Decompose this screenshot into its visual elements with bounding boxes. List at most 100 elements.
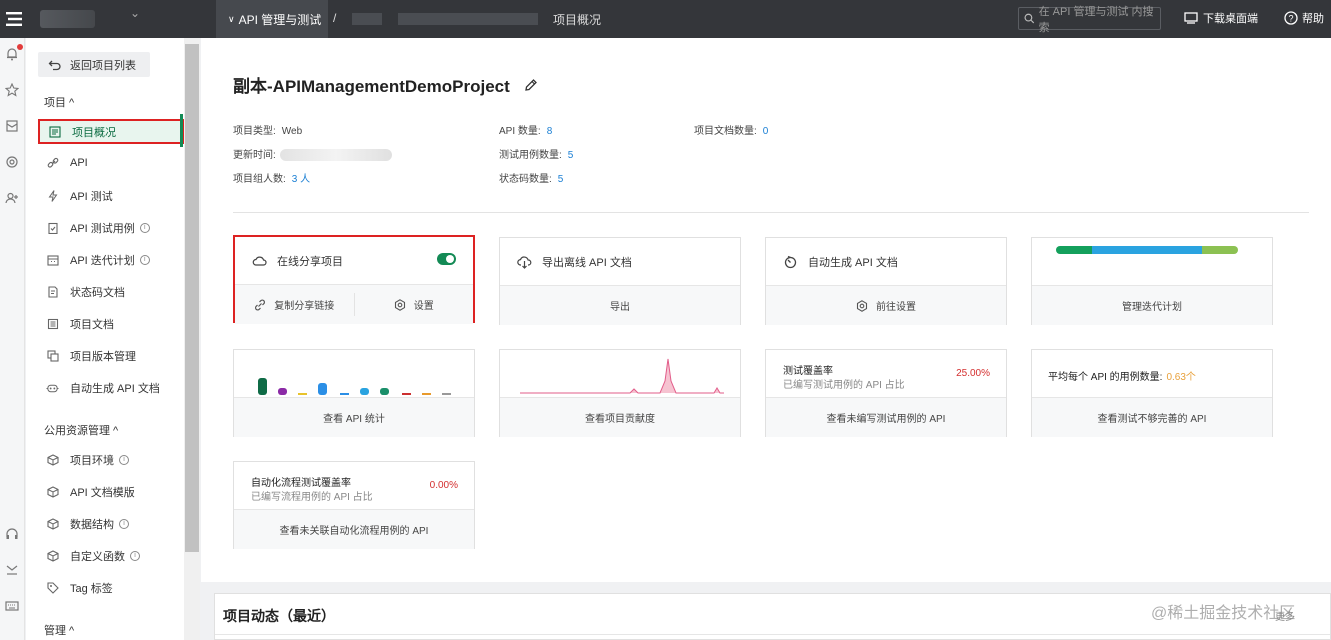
- settings-icon[interactable]: [4, 154, 20, 170]
- doc-icon: [46, 286, 59, 299]
- sidebar-item-tags[interactable]: Tag 标签: [26, 575, 184, 601]
- api-stats-card: 查看 API 统计: [233, 349, 475, 437]
- sidebar-item-label: 项目版本管理: [70, 351, 136, 363]
- goto-settings-label: 前往设置: [876, 302, 916, 313]
- view-incomplete-tests-button[interactable]: 查看测试不够完善的 API: [1032, 397, 1272, 437]
- auto-flow-coverage-title: 自动化流程测试覆盖率: [251, 478, 351, 489]
- add-user-icon[interactable]: [4, 190, 20, 206]
- sidebar-item-status-code-doc[interactable]: 状态码文档: [26, 279, 184, 305]
- sidebar-item-label: API 文档模版: [70, 487, 135, 499]
- updated-time-label: 更新时间:: [233, 150, 276, 161]
- project-type-row: 项目类型: Web: [233, 122, 302, 137]
- help-button[interactable]: ? 帮助: [1284, 10, 1324, 26]
- copy-share-link-button[interactable]: 复制分享链接: [235, 285, 354, 324]
- doc-count-value[interactable]: 0: [763, 126, 769, 137]
- info-icon[interactable]: i: [139, 223, 150, 233]
- auto-doc-title: 自动生成 API 文档: [808, 257, 898, 269]
- active-indicator: [180, 114, 183, 147]
- export-button[interactable]: 导出: [500, 285, 740, 325]
- page-title: 副本-APIManagementDemoProject: [233, 72, 538, 97]
- bell-icon[interactable]: [4, 44, 23, 62]
- info-icon[interactable]: i: [119, 455, 129, 465]
- sidebar-item-auto-api-doc[interactable]: 自动生成 API 文档: [26, 375, 184, 401]
- breadcrumb-module-label: API 管理与测试: [238, 12, 322, 27]
- overview-icon: [48, 125, 61, 138]
- svg-text:?: ?: [1288, 14, 1293, 24]
- breadcrumb-module[interactable]: ∨ API 管理与测试: [216, 0, 328, 38]
- sidebar-item-api[interactable]: API: [26, 150, 184, 176]
- keyboard-icon[interactable]: [4, 598, 20, 614]
- nav-group-public-resources[interactable]: 公用资源管理 ^: [44, 422, 118, 438]
- download-desktop-button[interactable]: 下载桌面端: [1184, 10, 1258, 26]
- status-code-count-row: 状态码数量: 5: [499, 170, 563, 185]
- manage-iteration-label: 管理迭代计划: [1122, 302, 1182, 313]
- chevron-down-icon: ∨: [228, 13, 235, 24]
- info-icon[interactable]: i: [130, 551, 140, 561]
- sidebar-item-project-env[interactable]: 项目环境 i: [26, 447, 184, 473]
- scrollbar-thumb[interactable]: [185, 44, 199, 552]
- api-stats-mini-chart: [258, 378, 451, 395]
- view-unlinked-flow-apis-button[interactable]: 查看未关联自动化流程用例的 API: [234, 509, 474, 549]
- sidebar-item-api-doc-template[interactable]: API 文档模版: [26, 479, 184, 505]
- app-logo-icon[interactable]: [0, 0, 30, 38]
- search-input[interactable]: 在 API 管理与测试 内搜索: [1018, 6, 1161, 34]
- view-api-stats-button[interactable]: 查看 API 统计: [234, 397, 474, 437]
- project-type-label: 项目类型:: [233, 126, 276, 137]
- test-coverage-value: 25.00%: [956, 368, 990, 379]
- status-code-count-value[interactable]: 5: [558, 174, 564, 185]
- gear-icon: [394, 298, 405, 311]
- info-icon[interactable]: i: [139, 255, 150, 265]
- breadcrumb-project-blurred[interactable]: [352, 13, 382, 25]
- info-icon[interactable]: i: [119, 519, 129, 529]
- help-icon: ?: [1284, 11, 1298, 25]
- sidebar-item-overview[interactable]: 项目概况: [38, 119, 184, 144]
- inbox-icon[interactable]: [4, 118, 20, 134]
- share-settings-button[interactable]: 设置: [355, 285, 474, 324]
- help-label: 帮助: [1302, 13, 1324, 25]
- cube-icon: [46, 518, 59, 531]
- export-doc-title: 导出离线 API 文档: [542, 257, 632, 269]
- sidebar-item-label: 自动生成 API 文档: [70, 383, 160, 395]
- edit-icon[interactable]: [524, 78, 538, 92]
- sidebar-item-custom-functions[interactable]: 自定义函数 i: [26, 543, 184, 569]
- sidebar-item-api-test-cases[interactable]: API 测试用例 i: [26, 215, 184, 241]
- auto-flow-coverage-value: 0.00%: [429, 480, 458, 491]
- back-to-projects-button[interactable]: 返回项目列表: [38, 52, 150, 77]
- share-toggle[interactable]: [437, 253, 456, 265]
- search-icon: [1024, 13, 1035, 24]
- updated-time-row: 更新时间:: [233, 146, 392, 162]
- sidebar-item-data-structure[interactable]: 数据结构 i: [26, 511, 184, 537]
- chevron-down-icon[interactable]: ⌄: [130, 6, 140, 20]
- copy-share-link-label: 复制分享链接: [274, 301, 335, 312]
- sidebar-item-api-test[interactable]: API 测试: [26, 183, 184, 209]
- sidebar-item-project-docs[interactable]: 项目文档: [26, 311, 184, 337]
- back-arrow-icon: [48, 60, 61, 70]
- sidebar-item-label: 项目概况: [72, 126, 116, 139]
- sidebar-item-api-iteration[interactable]: API 迭代计划 i: [26, 247, 184, 273]
- breadcrumb-project-name-blurred[interactable]: [398, 13, 538, 25]
- auto-doc-card: 自动生成 API 文档 前往设置: [765, 237, 1007, 325]
- test-coverage-card: 测试覆盖率 已编写测试用例的 API 占比 25.00% 查看未编写测试用例的 …: [765, 349, 1007, 437]
- workspace-name[interactable]: [40, 10, 95, 28]
- nav-group-manage[interactable]: 管理 ^: [44, 622, 74, 638]
- goto-settings-button[interactable]: 前往设置: [766, 285, 1006, 325]
- nav-group-project[interactable]: 项目 ^: [44, 94, 74, 110]
- sidebar-item-label: API 迭代计划: [70, 255, 135, 267]
- timer-icon: [784, 255, 797, 269]
- api-count-value[interactable]: 8: [547, 126, 553, 137]
- test-coverage-subtitle: 已编写测试用例的 API 占比: [783, 380, 905, 391]
- test-case-count-value[interactable]: 5: [568, 150, 574, 161]
- members-value[interactable]: 3 人: [292, 174, 310, 185]
- headset-icon[interactable]: [4, 526, 20, 542]
- avg-cases-row: 平均每个 API 的用例数量: 0.63个: [1048, 368, 1196, 383]
- collapse-down-icon[interactable]: [4, 562, 20, 578]
- sidenav-scrollbar[interactable]: [184, 38, 200, 640]
- view-contribution-button[interactable]: 查看项目贡献度: [500, 397, 740, 437]
- share-project-card: 在线分享项目 复制分享链接 设置: [233, 235, 475, 324]
- export-doc-header: 导出离线 API 文档: [517, 254, 632, 270]
- star-icon[interactable]: [4, 82, 20, 98]
- manage-iteration-button[interactable]: 管理迭代计划: [1032, 285, 1272, 325]
- sidebar-item-version-management[interactable]: 项目版本管理: [26, 343, 184, 369]
- auto-doc-header: 自动生成 API 文档: [783, 254, 898, 270]
- view-untested-apis-button[interactable]: 查看未编写测试用例的 API: [766, 397, 1006, 437]
